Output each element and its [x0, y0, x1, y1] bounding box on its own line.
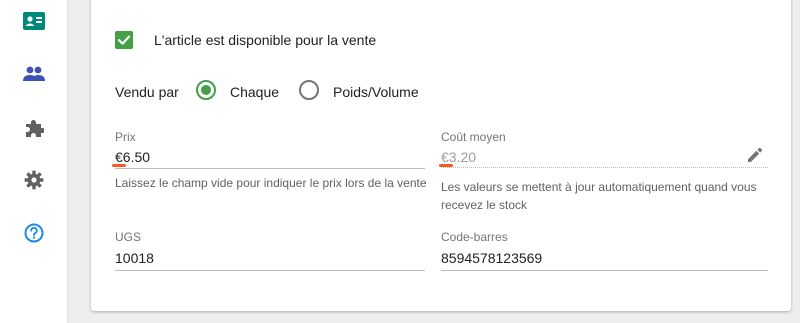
- sku-label: UGS: [115, 230, 142, 244]
- people-icon[interactable]: [22, 62, 46, 86]
- radio-chaque[interactable]: [196, 80, 216, 100]
- price-label: Prix: [115, 130, 136, 144]
- avg-cost-label: Coût moyen: [441, 130, 506, 144]
- price-input[interactable]: €6.50: [115, 149, 150, 165]
- edit-pencil-icon[interactable]: [745, 145, 765, 165]
- sku-input[interactable]: 10018: [115, 250, 154, 266]
- price-underline: [115, 168, 425, 169]
- check-icon: [117, 35, 131, 45]
- puzzle-icon[interactable]: [22, 116, 46, 140]
- avg-cost-hint: Les valeurs se mettent à jour automatiqu…: [441, 180, 757, 212]
- sold-by-label: Vendu par: [115, 84, 179, 100]
- radio-poids-volume-label[interactable]: Poids/Volume: [333, 84, 419, 100]
- available-for-sale-checkbox[interactable]: [115, 31, 133, 49]
- item-form-card: L'article est disponible pour la vente V…: [91, 0, 791, 311]
- barcode-underline: [441, 270, 768, 271]
- barcode-input[interactable]: 8594578123569: [441, 250, 542, 266]
- sidebar: [0, 0, 68, 323]
- price-hint: Laissez le champ vide pour indiquer le p…: [115, 176, 427, 190]
- gear-icon[interactable]: [22, 168, 46, 192]
- sku-underline: [115, 270, 425, 271]
- spellcheck-underline: [112, 164, 126, 167]
- available-for-sale-label: L'article est disponible pour la vente: [154, 32, 377, 48]
- barcode-label: Code-barres: [441, 230, 508, 244]
- avg-cost-value: €3.20: [441, 149, 477, 165]
- avg-cost-underline: [441, 167, 768, 168]
- radio-poids-volume[interactable]: [299, 80, 319, 100]
- help-circle-icon[interactable]: [22, 221, 46, 245]
- contact-card-icon[interactable]: [22, 9, 46, 33]
- radio-chaque-label[interactable]: Chaque: [230, 84, 279, 100]
